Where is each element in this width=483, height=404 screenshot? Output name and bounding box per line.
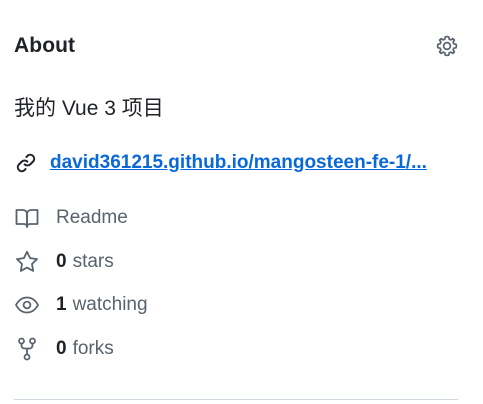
- forks-count: 0: [56, 338, 67, 359]
- forks-label: forks: [72, 338, 114, 359]
- book-icon: [14, 205, 40, 231]
- homepage-link[interactable]: david361215.github.io/mangosteen-fe-1/..…: [50, 152, 427, 174]
- stars-count: 0: [56, 251, 67, 272]
- repo-forked-icon: [14, 336, 40, 362]
- stars-label: stars: [72, 251, 114, 272]
- homepage-row: david361215.github.io/mangosteen-fe-1/..…: [14, 148, 458, 178]
- watching-count: 1: [56, 294, 67, 315]
- watching-label: watching: [72, 294, 148, 315]
- readme-label: Readme: [56, 207, 128, 228]
- repo-description: 我的 Vue 3 项目: [14, 97, 164, 120]
- about-header: About: [14, 30, 458, 62]
- about-heading: About: [14, 34, 76, 57]
- watching-text: 1 watching: [56, 294, 148, 316]
- watching-link[interactable]: 1 watching: [14, 290, 314, 320]
- forks-link[interactable]: 0 forks: [14, 334, 314, 364]
- settings-button[interactable]: [434, 33, 460, 59]
- stars-text: 0 stars: [56, 251, 114, 273]
- section-divider: [14, 399, 458, 400]
- eye-icon: [14, 292, 40, 318]
- forks-text: 0 forks: [56, 338, 114, 360]
- gear-icon: [435, 34, 459, 58]
- about-panel: About 我的 Vue 3 项目 david361215.github.io/…: [14, 0, 458, 404]
- readme-link[interactable]: Readme: [14, 203, 314, 233]
- star-icon: [14, 249, 40, 275]
- link-icon: [14, 151, 38, 175]
- stars-link[interactable]: 0 stars: [14, 247, 314, 277]
